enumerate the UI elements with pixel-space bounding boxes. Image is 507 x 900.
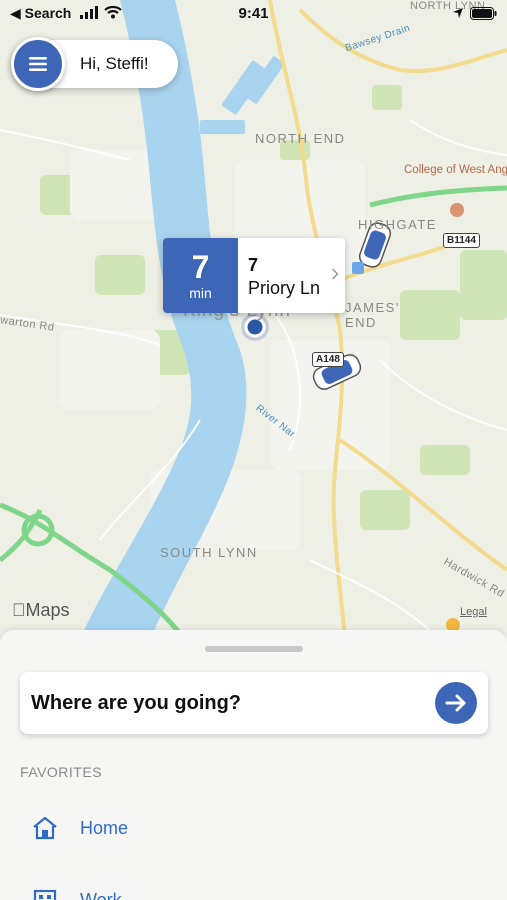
map-label-college[interactable]: College of West Anglia - King's Lynn Cam…	[404, 164, 507, 177]
battery-icon	[470, 7, 497, 20]
legal-link[interactable]: Legal	[460, 606, 487, 618]
hamburger-menu-icon	[29, 57, 47, 71]
map-label-james-end: JAMES' END	[345, 300, 400, 330]
pickup-street: Priory Ln	[248, 278, 321, 298]
pickup-eta-card[interactable]: 7 min 7 Priory Ln	[163, 238, 345, 313]
menu-button[interactable]	[11, 37, 65, 91]
favorite-item-work[interactable]: Work	[20, 880, 480, 900]
chevron-right-icon	[331, 268, 339, 280]
favorite-label-home: Home	[80, 818, 129, 838]
map-label-highgate: HIGHGATE	[358, 217, 437, 232]
map-label-north-end: NORTH END	[255, 131, 346, 146]
work-icon	[33, 889, 57, 900]
apple-logo-icon: 	[12, 600, 26, 620]
destination-search-box[interactable]: Where are you going?	[20, 672, 488, 734]
pickup-house-number: 7	[248, 255, 259, 275]
eta-box: 7 min	[163, 238, 238, 313]
favorite-label-work: Work	[80, 890, 122, 900]
road-shield-a148: A148	[312, 352, 344, 367]
favorites-heading: FAVORITES	[20, 764, 103, 780]
maps-attribution-text: Maps	[12, 600, 70, 620]
road-shield-b1144: B1144	[443, 233, 480, 248]
bottom-sheet: Where are you going? FAVORITES Home Work	[0, 630, 507, 900]
greeting-text: Hi, Steffi!	[80, 54, 149, 73]
sheet-grabber[interactable]	[205, 646, 303, 652]
arrow-right-icon	[445, 694, 466, 712]
maps-attribution: Maps	[12, 600, 70, 621]
destination-prompt[interactable]: Where are you going?	[31, 692, 241, 715]
status-time: 9:41	[238, 5, 269, 22]
go-button[interactable]	[435, 682, 477, 724]
home-icon	[33, 816, 57, 840]
eta-minutes: 7	[191, 249, 210, 285]
eta-unit: min	[189, 285, 212, 301]
favorite-item-home[interactable]: Home	[20, 808, 480, 848]
greeting-pill: Hi, Steffi!	[11, 37, 178, 91]
location-arrow-icon	[453, 8, 463, 18]
map-label-south-lynn: SOUTH LYNN	[160, 545, 258, 560]
status-bar: ◀ Search 9:41	[0, 0, 507, 28]
map-view[interactable]: NORTH LYNN Bawsey Drain NORTH END Colleg…	[0, 0, 507, 640]
